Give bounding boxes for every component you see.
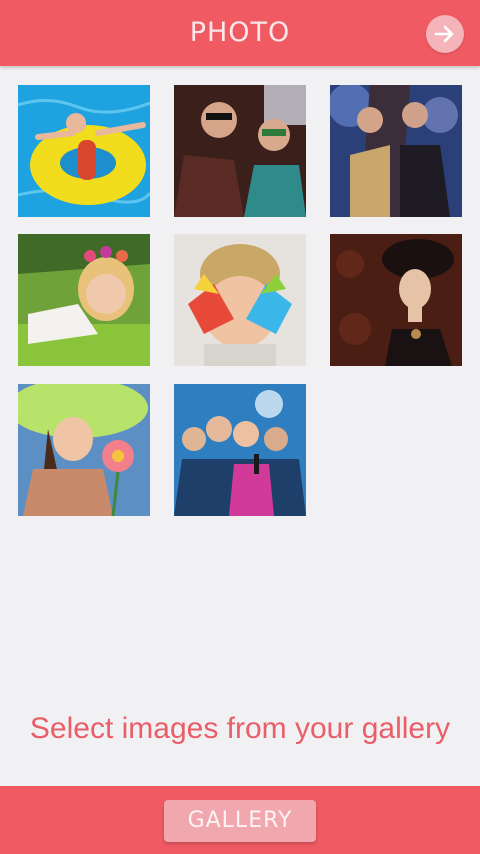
image-tile[interactable] [18,85,150,217]
image-tile[interactable] [18,234,150,366]
photo-flower-wreath [18,234,150,366]
photo-pool-float [18,85,150,217]
photo-vintage-portrait [330,234,462,366]
photo-club-party [330,85,462,217]
photo-friends-sunglasses [174,85,306,217]
photo-green-hat [18,384,150,516]
image-tile[interactable] [174,85,306,217]
image-tile[interactable] [330,234,462,366]
photo-painted-hands [174,234,306,366]
gallery-button[interactable]: GALLERY [164,800,316,842]
image-tile[interactable] [18,384,150,516]
photo-karaoke-party [174,384,306,516]
image-tile[interactable] [174,384,306,516]
bottom-bar: GALLERY [0,786,480,854]
image-tile[interactable] [330,85,462,217]
image-tile[interactable] [174,234,306,366]
hint-text: Select images from your gallery [29,712,451,745]
image-grid [0,0,480,540]
